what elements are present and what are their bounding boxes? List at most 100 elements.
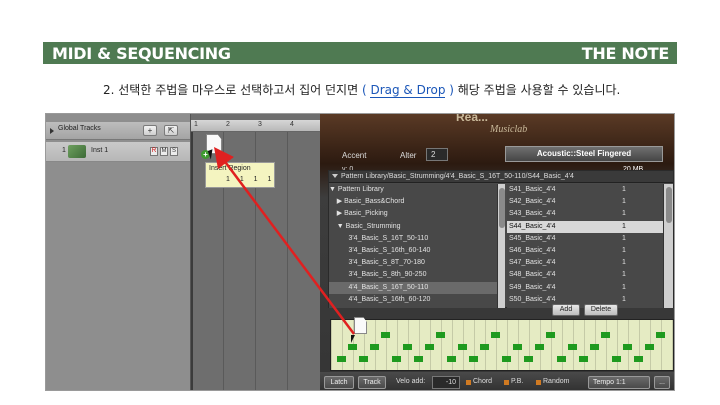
pattern-note[interactable] [425,344,434,350]
track-row[interactable]: 1 Inst 1 R M S [46,142,190,162]
list-scrollbar[interactable] [663,184,673,308]
pattern-note[interactable] [568,344,577,350]
tree-scrollbar[interactable] [497,184,505,308]
pattern-note[interactable] [337,356,346,362]
pattern-note[interactable] [546,332,555,338]
track-name[interactable]: Inst 1 [91,147,108,154]
pattern-name: S46_Basic_4'4 [509,246,556,254]
pattern-list-row[interactable]: S46_Basic_4'4 1 [507,245,663,257]
pattern-note[interactable] [348,344,357,350]
drag-drop-link: Drag & Drop [370,83,446,98]
tree-item[interactable]: 4'4_Basic_S_16th_60-120 [329,294,497,306]
plugin-brand-sub: Musiclab [490,124,528,135]
pattern-note[interactable] [381,332,390,338]
disclosure-triangle-icon[interactable] [50,128,54,134]
pattern-note[interactable] [359,356,368,362]
global-tracks-label: Global Tracks [58,125,101,132]
pattern-note[interactable] [469,356,478,362]
pattern-note[interactable] [557,356,566,362]
pattern-note[interactable] [414,356,423,362]
pattern-note[interactable] [645,344,654,350]
pattern-list-row[interactable]: S49_Basic_4'4 1 [507,282,663,294]
pattern-name: S42_Basic_4'4 [509,198,556,206]
pattern-note[interactable] [392,356,401,362]
pattern-list-row[interactable]: S47_Basic_4'4 1 [507,257,663,269]
pattern-note[interactable] [634,356,643,362]
record-enable-button[interactable]: R [150,147,158,156]
pattern-note[interactable] [458,344,467,350]
pattern-list-row[interactable]: S45_Basic_4'4 1 [507,233,663,245]
chord-toggle-icon[interactable] [466,380,471,385]
tempo-select[interactable]: Tempo 1:1 [588,376,650,389]
tree-scroll-thumb[interactable] [499,188,505,228]
insert-region-tooltip: Insert Region 1 1 1 1 [205,162,275,188]
tree-item[interactable]: 3'4_Basic_S_8T_70-180 [329,257,497,269]
pattern-list[interactable]: S41_Basic_4'4 1 S42_Basic_4'4 1 S43_Basic_4'… [507,184,663,308]
pattern-list-row[interactable]: S42_Basic_4'4 1 [507,196,663,208]
track-button[interactable]: Track [358,376,386,389]
delete-pattern-button[interactable]: Delete [584,304,618,316]
pattern-note[interactable] [524,356,533,362]
path-disclosure-icon[interactable] [332,174,338,178]
pattern-count: 1 [622,283,626,291]
solo-button[interactable]: S [170,147,178,156]
preset-selector[interactable]: Acoustic::Steel Fingered [505,146,663,162]
pattern-note[interactable] [447,356,456,362]
tree-item[interactable]: ▶ Basic_Bass&Chord [329,196,497,208]
pattern-note[interactable] [612,356,621,362]
instruction-suffix: 해당 주법을 사용할 수 있습니다. [453,83,621,97]
random-toggle-icon[interactable] [536,380,541,385]
add-pattern-button[interactable]: Add [552,304,580,316]
pattern-note[interactable] [535,344,544,350]
pattern-note[interactable] [590,344,599,350]
pattern-list-row[interactable]: S43_Basic_4'4 1 [507,208,663,220]
pattern-tree[interactable]: ▼ Pattern Library ▶ Basic_Bass&Chord ▶ B… [329,184,497,308]
pattern-note[interactable] [436,332,445,338]
pattern-note[interactable] [623,344,632,350]
random-label: Random [543,378,570,385]
global-tracks-header[interactable]: Global Tracks + ⇱ [46,122,190,140]
grid-cursor-icon [351,335,359,343]
pb-toggle-icon[interactable] [504,380,509,385]
pattern-name: S47_Basic_4'4 [509,259,556,267]
pattern-list-row[interactable]: S44_Basic_4'4 1 [507,220,663,233]
pattern-note[interactable] [601,332,610,338]
track-options-button[interactable]: ⇱ [164,125,178,136]
pattern-count: 1 [622,271,626,279]
tree-item[interactable]: 3'4_Basic_S_8th_90-250 [329,269,497,281]
velo-add-field[interactable]: -10 [432,376,460,389]
section-header: MIDI & SEQUENCING THE NOTE [43,42,677,64]
tree-item[interactable]: ▶ Basic_Picking [329,208,497,220]
playhead[interactable] [191,132,193,390]
ruler-mark: 1 [194,121,198,128]
pattern-note[interactable] [656,332,665,338]
pattern-list-row[interactable]: S48_Basic_4'4 1 [507,269,663,281]
pattern-note[interactable] [370,344,379,350]
pattern-note[interactable] [513,344,522,350]
tree-item[interactable]: 4'4_Basic_S_16T_50-110 [329,281,497,294]
ruler-mark: 4 [290,121,294,128]
velo-add-label: Velo add: [396,378,426,385]
pattern-list-row[interactable]: S41_Basic_4'4 1 [507,184,663,196]
list-scroll-thumb[interactable] [666,187,672,223]
more-button[interactable]: ... [654,376,670,389]
tree-item[interactable]: ▼ Basic_Strumming [329,221,497,233]
plugin-brand: Rea... [456,113,489,124]
alter-stepper[interactable]: 2 [426,148,448,161]
pattern-note[interactable] [403,344,412,350]
add-track-button[interactable]: + [143,125,157,136]
mute-button[interactable]: M [160,147,168,156]
tree-item[interactable]: 3'4_Basic_S_16T_50-110 [329,233,497,245]
pattern-note[interactable] [491,332,500,338]
guitar-plugin-window: Rea... Musiclab Accent Alter 2 v: 0 Acou… [320,113,674,390]
ruler-mark: 3 [258,121,262,128]
bar-line [287,132,288,390]
pattern-note[interactable] [579,356,588,362]
latch-button[interactable]: Latch [324,376,354,389]
tree-item[interactable]: 3'4_Basic_S_16th_60-140 [329,245,497,257]
pattern-note[interactable] [502,356,511,362]
pattern-note[interactable] [480,344,489,350]
pattern-grid[interactable] [330,319,674,371]
bar-ruler[interactable]: 1 2 3 4 [191,120,321,132]
tree-item[interactable]: ▼ Pattern Library [329,184,497,196]
